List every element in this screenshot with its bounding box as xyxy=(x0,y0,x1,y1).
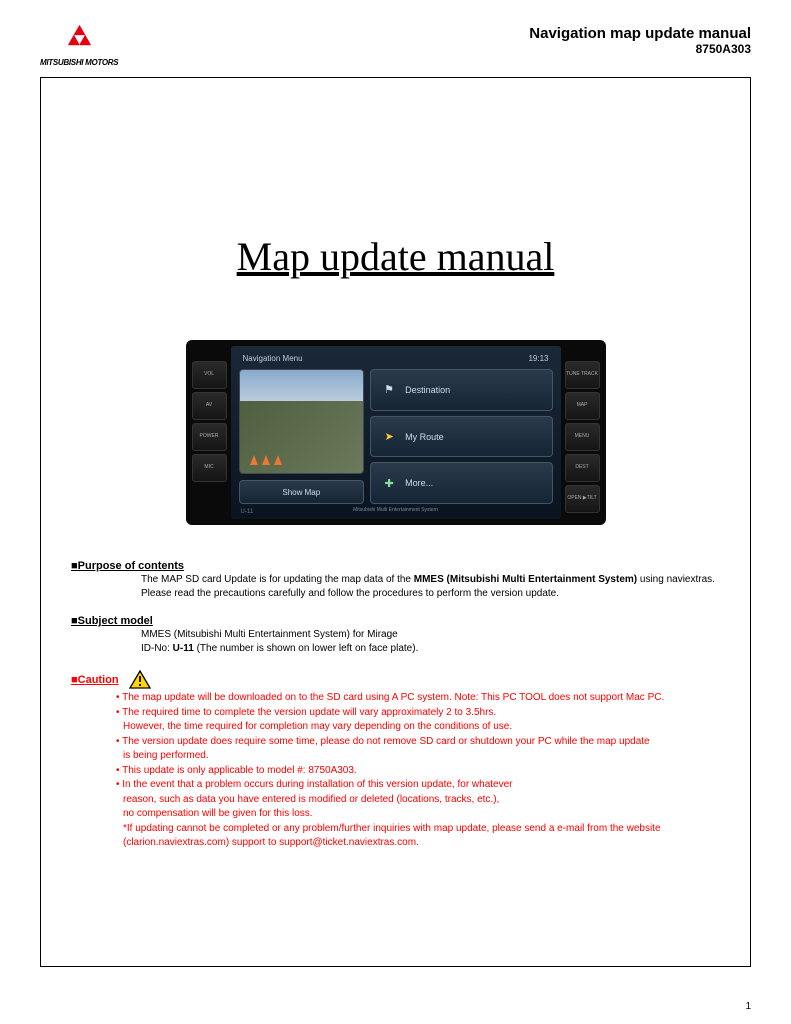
header-title: Navigation map update manual xyxy=(529,25,751,42)
page-header: MITSUBISHI MOTORS Navigation map update … xyxy=(40,25,751,67)
header-text-block: Navigation map update manual 8750A303 xyxy=(529,25,751,56)
mitsubishi-logo-icon xyxy=(62,25,97,55)
device-right-buttons: TUNE TRACK MAP MENU DEST OPEN ▶TILT xyxy=(565,346,600,519)
screen-title: Navigation Menu xyxy=(243,354,303,363)
device-btn-tune: TUNE TRACK xyxy=(565,361,600,389)
brand-name: MITSUBISHI MOTORS xyxy=(40,58,118,67)
device-left-buttons: VOL AV POWER MIC xyxy=(192,346,227,519)
map-thumbnail xyxy=(239,369,365,474)
show-map-button: Show Map xyxy=(239,480,365,504)
caution-line: • In the event that a problem occurs dur… xyxy=(116,778,720,793)
screen-footer: Mitsubishi Multi Entertainment System xyxy=(239,504,553,513)
section-subject: ■Subject model MMES (Mitsubishi Multi En… xyxy=(71,615,720,656)
section-body: The MAP SD card Update is for updating t… xyxy=(71,573,720,601)
device-btn-mic: MIC xyxy=(192,454,227,482)
brand-logo-block: MITSUBISHI MOTORS xyxy=(40,25,118,67)
device-btn-menu: MENU xyxy=(565,423,600,451)
route-icon: ➤ xyxy=(381,430,397,443)
caution-line: reason, such as data you have entered is… xyxy=(116,793,720,808)
caution-line: • The version update does require some t… xyxy=(116,735,720,750)
caution-line: • This update is only applicable to mode… xyxy=(116,764,720,779)
caution-line: However, the time required for completio… xyxy=(116,720,720,735)
plus-icon: ✚ xyxy=(381,477,397,490)
menu-label: My Route xyxy=(405,432,444,442)
device-id-corner: U-11 xyxy=(241,509,254,515)
header-code: 8750A303 xyxy=(529,42,751,56)
section-purpose: ■Purpose of contents The MAP SD card Upd… xyxy=(71,560,720,601)
device-btn-map: MAP xyxy=(565,392,600,420)
device-illustration: VOL AV POWER MIC Navigation Menu 19:13 xyxy=(186,340,606,525)
menu-label: More... xyxy=(405,478,433,488)
page-number: 1 xyxy=(745,1001,751,1012)
content-frame: Map update manual VOL AV POWER MIC Navig… xyxy=(40,77,751,967)
caution-line: • The required time to complete the vers… xyxy=(116,706,720,721)
section-heading: ■Subject model xyxy=(71,615,720,627)
section-caution: ■Caution • The map update will be downlo… xyxy=(71,670,720,851)
device-btn-power: POWER xyxy=(192,423,227,451)
device-screen: Navigation Menu 19:13 Show Map xyxy=(231,346,561,519)
section-heading-caution: ■Caution xyxy=(71,670,151,689)
device-btn-av: AV xyxy=(192,392,227,420)
warning-triangle-icon xyxy=(129,670,151,689)
flag-icon: ⚑ xyxy=(381,383,397,396)
menu-label: Destination xyxy=(405,385,450,395)
section-body: MMES (Mitsubishi Multi Entertainment Sys… xyxy=(71,628,720,656)
screen-clock: 19:13 xyxy=(528,354,548,363)
caution-line: is being performed. xyxy=(116,749,720,764)
device-btn-open: OPEN ▶TILT xyxy=(565,485,600,513)
main-title: Map update manual xyxy=(71,233,720,280)
caution-body: • The map update will be downloaded on t… xyxy=(71,691,720,851)
caution-line: (clarion.naviextras.com) support to supp… xyxy=(116,836,720,851)
section-heading: ■Purpose of contents xyxy=(71,560,720,572)
menu-myroute: ➤ My Route xyxy=(370,416,552,458)
device-btn-vol: VOL xyxy=(192,361,227,389)
caution-line: *If updating cannot be completed or any … xyxy=(116,822,720,837)
caution-line: • The map update will be downloaded on t… xyxy=(116,691,720,706)
menu-more: ✚ More... xyxy=(370,462,552,504)
device-btn-dest: DEST xyxy=(565,454,600,482)
caution-line: no compensation will be given for this l… xyxy=(116,807,720,822)
menu-destination: ⚑ Destination xyxy=(370,369,552,411)
